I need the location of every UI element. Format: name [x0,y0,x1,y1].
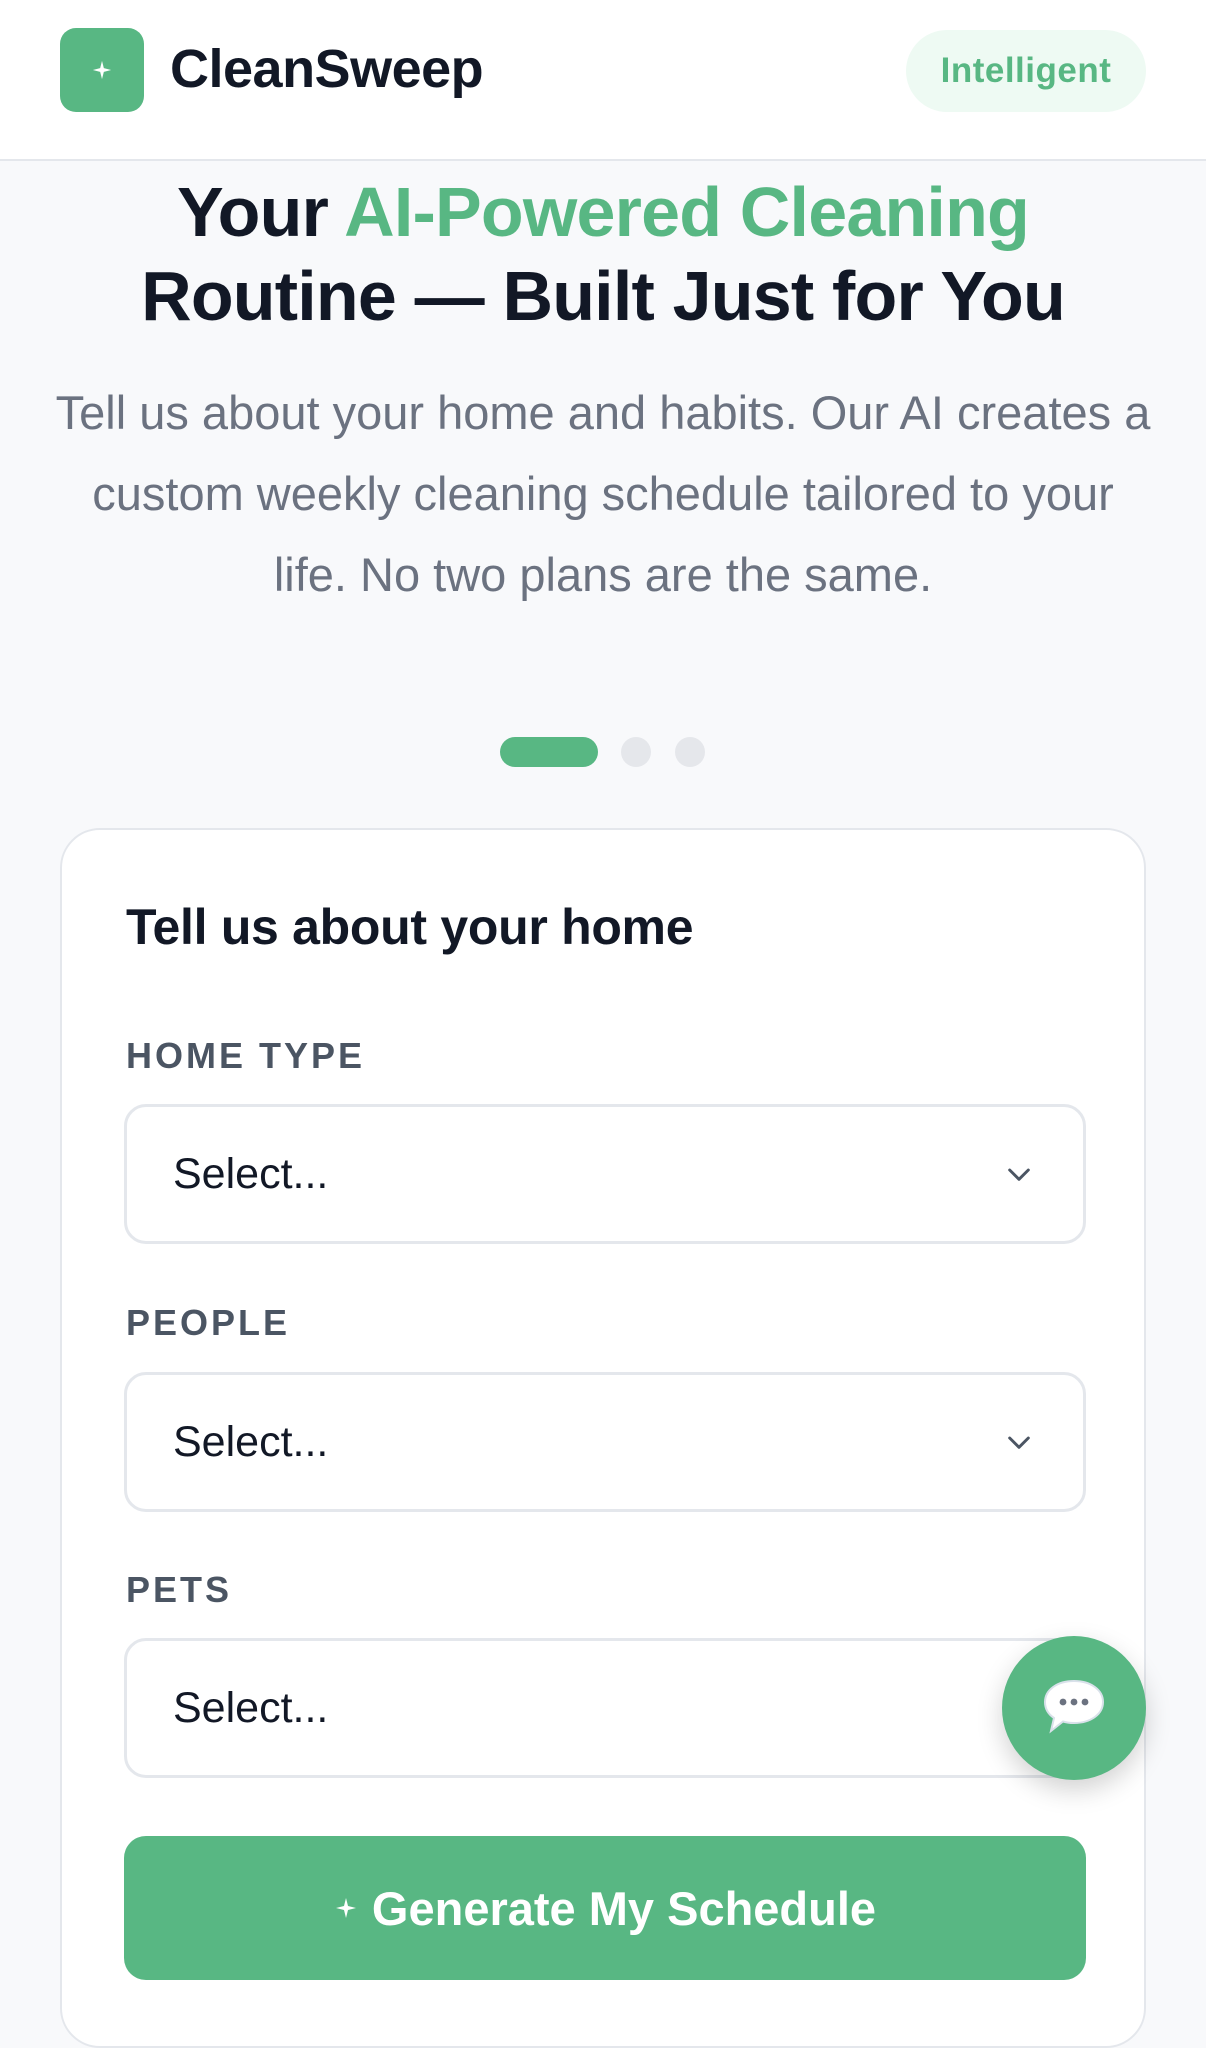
people-value: Select... [173,1418,329,1466]
intelligent-badge: Intelligent [906,30,1146,112]
chat-button[interactable] [1002,1636,1146,1780]
chat-bubble-icon [1043,1679,1105,1734]
app-header: CleanSweep Intelligent [0,0,1206,161]
hero-subtitle: Tell us about your home and habits. Our … [55,386,1151,601]
hero-title-part1: Your [176,173,345,251]
app-logo[interactable] [60,28,144,112]
chevron-down-icon [1008,1168,1030,1181]
home-type-value: Select... [173,1150,329,1198]
chevron-down-icon [1008,1436,1030,1449]
form-title: Tell us about your home [126,899,694,955]
home-type-select[interactable]: Select... [124,1104,1086,1244]
people-label: PEOPLE [126,1302,291,1343]
pets-select[interactable]: Select... [124,1638,1086,1778]
people-select[interactable]: Select... [124,1372,1086,1512]
step-indicator [0,737,1206,767]
home-type-label: HOME TYPE [126,1035,366,1076]
pets-label: PETS [126,1569,233,1610]
step-dot-2 [621,737,651,767]
step-dot-3 [675,737,705,767]
generate-schedule-button[interactable]: Generate My Schedule [124,1836,1086,1980]
hero-title-part2: Routine — Built Just for You [141,257,1066,335]
sparkle-icon [335,1898,356,1918]
step-dot-1-active [500,737,598,767]
app-name: CleanSweep [170,39,484,99]
generate-schedule-label: Generate My Schedule [371,1881,877,1935]
pets-value: Select... [173,1684,329,1732]
sparkle-icon [92,60,112,80]
hero-title-accent: AI-Powered Cleaning [344,173,1030,251]
hero-title: Your AI-Powered Cleaning Routine — Built … [0,170,1206,338]
home-form-card: Tell us about your home HOME TYPE Select… [60,828,1146,2048]
